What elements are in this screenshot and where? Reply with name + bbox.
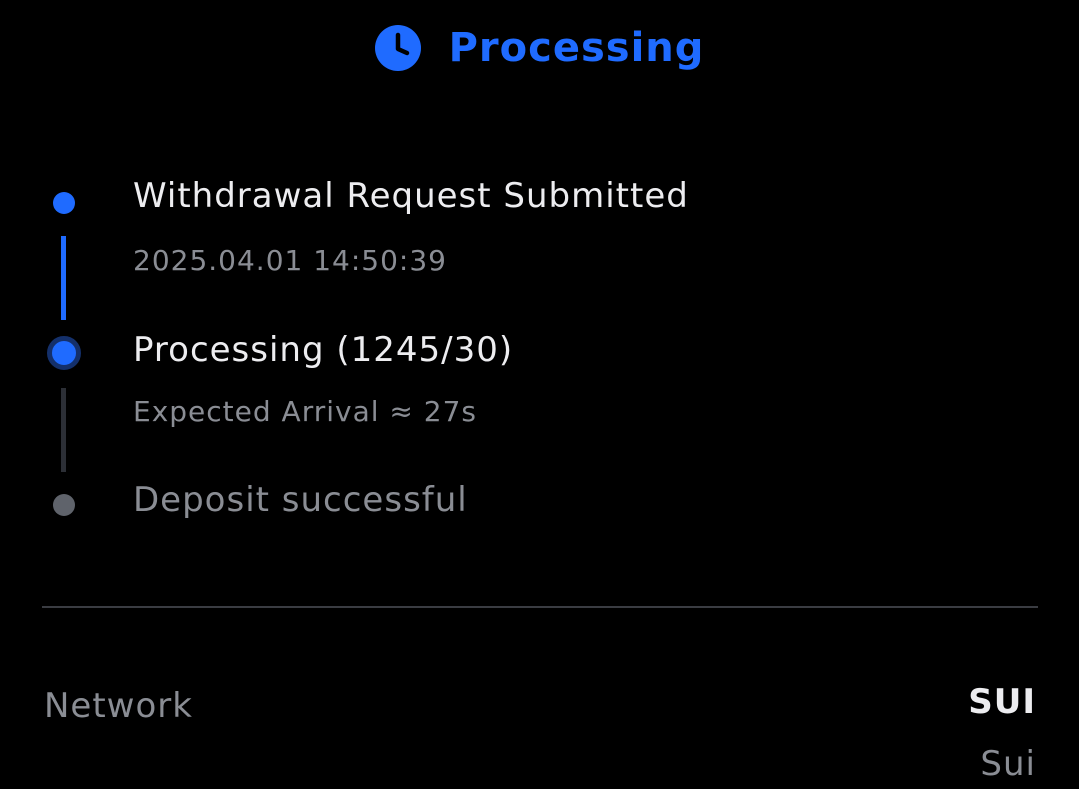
step-active-dot [47, 336, 81, 370]
network-label: Network [44, 686, 193, 726]
network-subvalue: Sui [980, 744, 1036, 784]
step-title-deposit: Deposit successful [133, 480, 468, 520]
step-connector-completed [61, 236, 66, 320]
step-connector-pending [61, 388, 66, 472]
step-pending-dot [53, 494, 75, 516]
status-title: Processing [448, 25, 705, 71]
status-header: Processing [0, 18, 1079, 78]
step-title-processing: Processing (1245/30) [133, 330, 514, 370]
network-value: SUI [968, 682, 1036, 722]
clock-icon [374, 25, 421, 71]
step-timestamp: 2025.04.01 14:50:39 [133, 244, 447, 277]
withdrawal-status-page: Processing Withdrawal Request Submitted … [0, 0, 1079, 789]
section-divider [42, 606, 1038, 608]
step-completed-dot [53, 192, 75, 214]
step-expected-arrival: Expected Arrival ≈ 27s [133, 395, 477, 428]
step-title-submitted: Withdrawal Request Submitted [133, 176, 689, 216]
